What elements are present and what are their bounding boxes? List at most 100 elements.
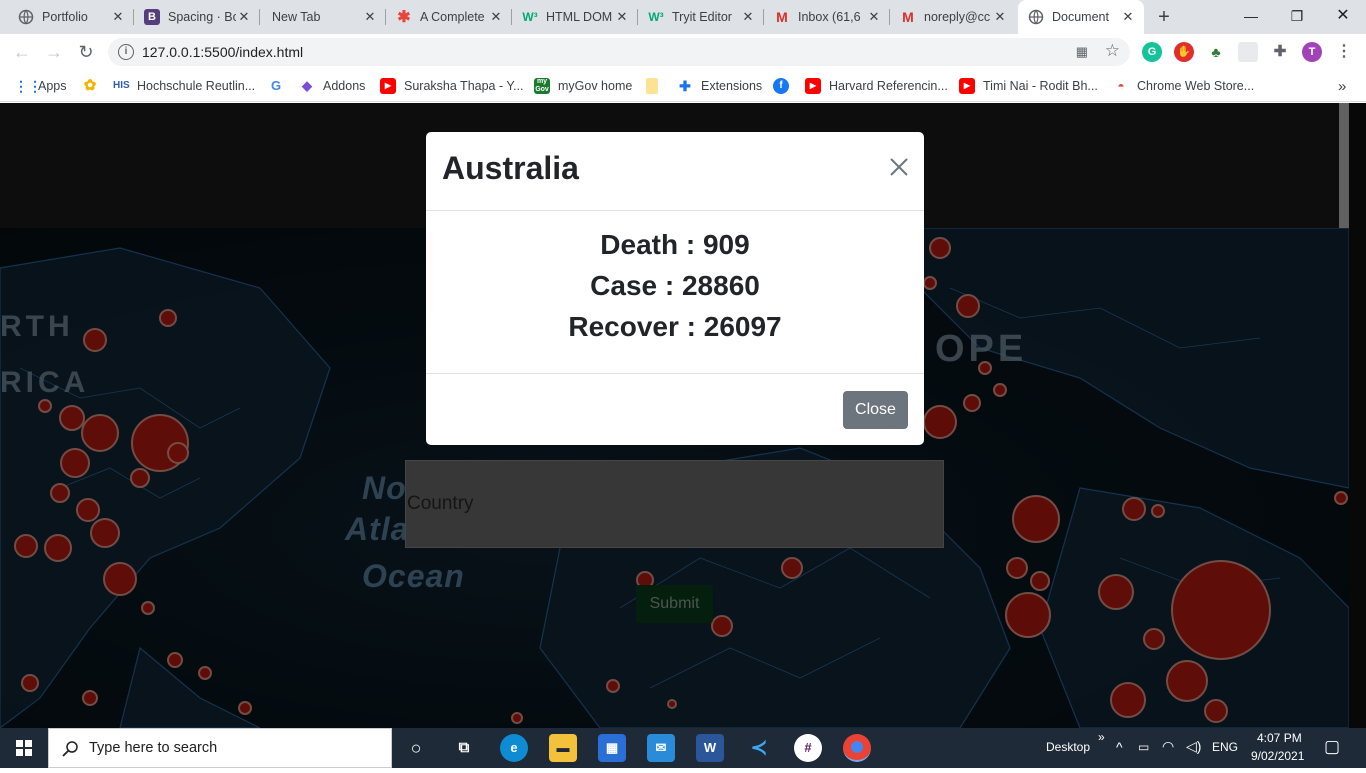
edge-icon[interactable]: e xyxy=(500,734,528,762)
restore-icon[interactable]: ❐ xyxy=(1274,0,1320,34)
tray-chevron-up-icon[interactable]: ^ xyxy=(1116,739,1123,755)
html-validator-icon[interactable]: ♣ xyxy=(1206,42,1226,62)
url-text: 127.0.0.1:5500/index.html xyxy=(142,44,304,60)
window-close-icon[interactable]: ✕ xyxy=(1320,0,1366,34)
close-tab-icon[interactable]: ✕ xyxy=(614,9,630,25)
close-tab-icon[interactable]: ✕ xyxy=(236,9,252,25)
address-bar[interactable]: i 127.0.0.1:5500/index.html ▦ ☆ xyxy=(108,38,1130,66)
tab-portfolio[interactable]: Portfolio ✕ xyxy=(8,0,134,34)
bookmark-label: myGov home xyxy=(558,79,633,93)
mygov-icon: my Gov xyxy=(534,78,550,94)
bookmarks-bar: ⋮⋮ Apps ✿ HIS Hochschule Reutlin... G ◆ … xyxy=(0,70,1366,102)
browser-toolbar: ← → ↻ i 127.0.0.1:5500/index.html ▦ ☆ G … xyxy=(0,34,1366,70)
photos-icon: ✿ xyxy=(83,77,97,94)
desktop-overflow-icon[interactable]: » xyxy=(1098,730,1105,744)
tab-html-dom[interactable]: W³ HTML DOM ✕ xyxy=(512,0,638,34)
clock-time[interactable]: 4:07 PM xyxy=(1257,731,1302,745)
qr-code-icon[interactable]: ▦ xyxy=(1076,44,1088,60)
volume-icon[interactable]: ◁) xyxy=(1186,738,1201,755)
tab-spacing[interactable]: B Spacing · Bo ✕ xyxy=(134,0,260,34)
bookmark-google[interactable]: G xyxy=(268,77,292,95)
extensions-puzzle-icon[interactable]: ✚ xyxy=(1270,42,1290,62)
close-tab-icon[interactable]: ✕ xyxy=(1120,9,1136,25)
bookmarks-overflow-icon[interactable]: » xyxy=(1338,77,1346,95)
reload-icon[interactable]: ↻ xyxy=(74,40,98,64)
close-tab-icon[interactable]: ✕ xyxy=(740,9,756,25)
windows-start-icon[interactable] xyxy=(0,728,48,768)
bookmark-timi-nai[interactable]: ▶ Timi Nai - Rodit Bh... xyxy=(959,77,1098,95)
new-tab-button[interactable]: + xyxy=(1152,5,1176,29)
file-explorer-icon[interactable]: ▬ xyxy=(549,734,577,762)
bookmark-folder[interactable] xyxy=(646,77,666,95)
apps-grid-icon: ⋮⋮ xyxy=(14,78,42,94)
tab-label: New Tab xyxy=(272,10,321,24)
close-icon[interactable] xyxy=(888,156,910,178)
back-arrow-icon[interactable]: ← xyxy=(10,40,34,64)
folder-icon xyxy=(646,78,658,94)
wifi-icon[interactable]: ◠ xyxy=(1162,738,1174,755)
bookmark-label: Timi Nai - Rodit Bh... xyxy=(983,79,1098,93)
puzzle-icon: ✚ xyxy=(679,78,691,94)
language-indicator[interactable]: ENG xyxy=(1212,740,1238,754)
tab-label: HTML DOM xyxy=(546,10,613,24)
vscode-icon[interactable]: ≺ xyxy=(745,734,773,762)
gmail-icon: M xyxy=(776,9,788,25)
tab-document[interactable]: Document ✕ xyxy=(1018,0,1144,34)
bookmark-harvard[interactable]: ▶ Harvard Referencin... xyxy=(805,77,948,95)
chrome-icon[interactable] xyxy=(843,734,871,762)
tab-noreply[interactable]: M noreply@cc ✕ xyxy=(890,0,1016,34)
minimize-icon[interactable]: — xyxy=(1228,0,1274,34)
windows-taskbar: Type here to search ○ ⧉ e ▬ ▦ ✉ W ≺ # De… xyxy=(0,728,1366,768)
bookmark-label: Chrome Web Store... xyxy=(1137,79,1255,93)
tab-new-tab[interactable]: New Tab ✕ xyxy=(260,0,386,34)
tab-inbox[interactable]: M Inbox (61,6 ✕ xyxy=(764,0,890,34)
menu-kebab-icon[interactable]: ⋮ xyxy=(1334,42,1354,62)
bookmark-photos[interactable]: ✿ xyxy=(82,77,106,95)
bookmark-facebook[interactable]: f xyxy=(773,77,797,95)
bookmark-label: Apps xyxy=(38,79,67,93)
mail-icon[interactable]: ✉ xyxy=(647,734,675,762)
grammarly-icon[interactable]: G xyxy=(1142,42,1162,62)
bookmark-webstore[interactable]: ◓ Chrome Web Store... xyxy=(1113,77,1254,95)
tab-label: Tryit Editor xyxy=(672,10,732,24)
profile-avatar[interactable]: T xyxy=(1302,42,1322,62)
task-view-icon[interactable]: ⧉ xyxy=(450,734,478,762)
close-button[interactable]: Close xyxy=(843,391,908,429)
close-tab-icon[interactable]: ✕ xyxy=(110,9,126,25)
w3schools-icon: W³ xyxy=(648,10,664,24)
tab-a-complete[interactable]: ✱ A Complete ✕ xyxy=(386,0,512,34)
bookmark-suraksha[interactable]: ▶ Suraksha Thapa - Y... xyxy=(380,77,524,95)
close-tab-icon[interactable]: ✕ xyxy=(992,9,1008,25)
close-tab-icon[interactable]: ✕ xyxy=(488,9,504,25)
bookmark-star-icon[interactable]: ☆ xyxy=(1105,41,1120,61)
desktop-toolbar-label[interactable]: Desktop xyxy=(1046,740,1090,754)
clock-date[interactable]: 9/02/2021 xyxy=(1251,749,1304,763)
bookmark-apps[interactable]: ⋮⋮ Apps xyxy=(14,77,67,95)
bookmark-label: Hochschule Reutlin... xyxy=(137,79,256,93)
battery-icon[interactable]: ▭ xyxy=(1138,740,1149,754)
youtube-icon: ▶ xyxy=(959,78,975,94)
slack-icon[interactable]: # xyxy=(794,734,822,762)
cortana-icon[interactable]: ○ xyxy=(402,734,430,762)
webstore-icon: ◓ xyxy=(1117,79,1125,93)
tab-tryit-editor[interactable]: W³ Tryit Editor ✕ xyxy=(638,0,764,34)
close-tab-icon[interactable]: ✕ xyxy=(866,9,882,25)
bootstrap-icon: B xyxy=(144,9,160,25)
forward-arrow-icon[interactable]: → xyxy=(42,40,66,64)
bookmark-addons[interactable]: ◆ Addons xyxy=(299,77,365,95)
taskbar-search-box[interactable]: Type here to search xyxy=(48,728,392,768)
bookmark-extensions[interactable]: ✚ Extensions xyxy=(677,77,762,95)
bookmark-mygov[interactable]: my Gov myGov home xyxy=(534,77,632,95)
info-icon[interactable]: i xyxy=(118,44,134,60)
store-icon[interactable]: ▦ xyxy=(598,734,626,762)
close-tab-icon[interactable]: ✕ xyxy=(362,9,378,25)
modal-body: Death : 909 Case : 28860 Recover : 26097 xyxy=(426,212,924,374)
bookmark-hochschule[interactable]: HIS Hochschule Reutlin... xyxy=(113,77,255,95)
his-icon: HIS xyxy=(113,80,130,91)
adblock-icon[interactable]: ✋ xyxy=(1174,42,1194,62)
modal-header: Australia xyxy=(426,132,924,211)
tab-label: Document xyxy=(1052,10,1109,24)
notifications-icon[interactable]: ▢ xyxy=(1324,737,1340,757)
word-icon[interactable]: W xyxy=(696,734,724,762)
extension-placeholder-icon[interactable] xyxy=(1238,42,1258,62)
